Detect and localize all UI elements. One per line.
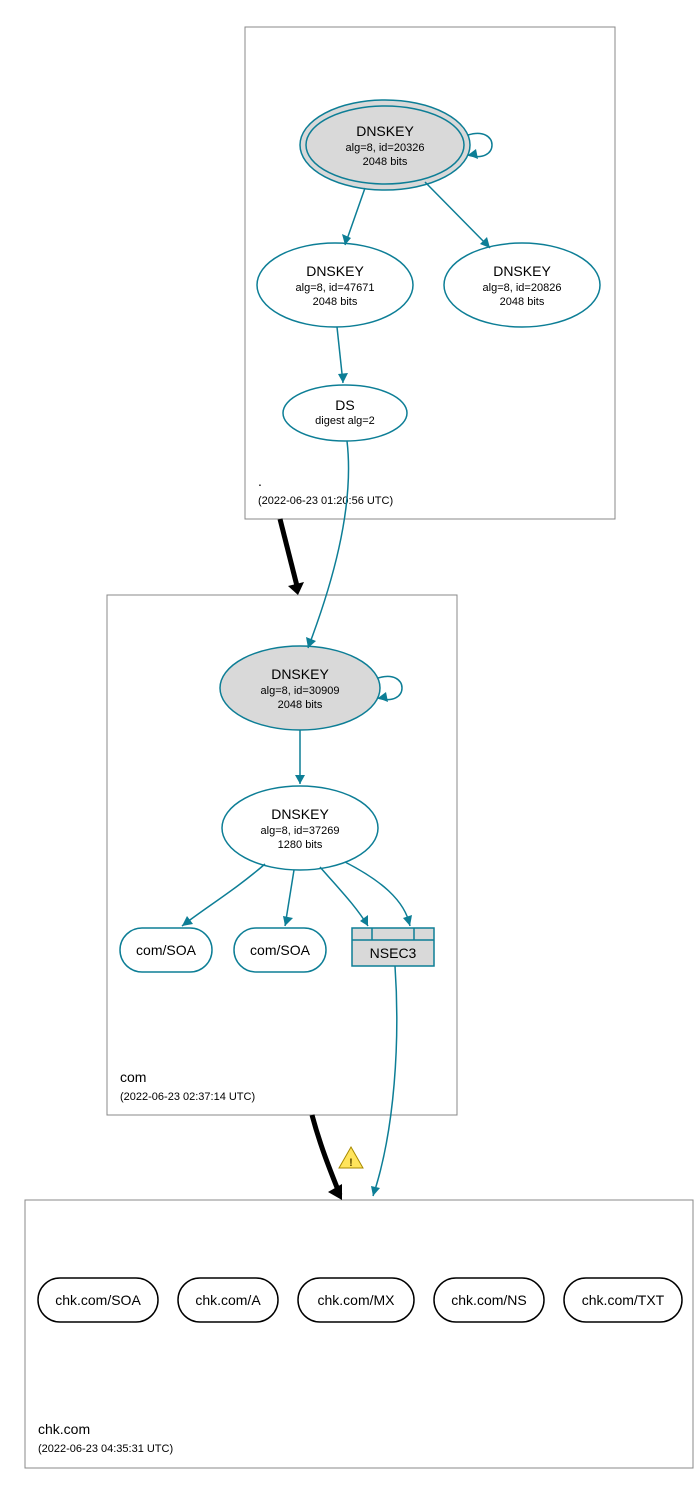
zone-root-label: . — [258, 473, 262, 489]
zone-chk-date: (2022-06-23 04:35:31 UTC) — [38, 1443, 173, 1455]
edge-zsk-ds-arrow — [338, 373, 348, 383]
com-soa2-title: com/SOA — [250, 942, 311, 958]
edge-comzsk-nsec3b — [345, 862, 410, 926]
com-nsec3-title: NSEC3 — [370, 945, 417, 961]
root-ksk-l1: alg=8, id=20326 — [346, 142, 425, 154]
edge-nsec3-chk-arrow — [371, 1186, 380, 1196]
root-ksk-title: DNSKEY — [356, 123, 414, 139]
com-ksk-title: DNSKEY — [271, 666, 329, 682]
warning-bang: ! — [349, 1157, 353, 1169]
com-ksk-l2: 2048 bits — [278, 699, 323, 711]
edge-comzsk-nsec3a — [320, 867, 368, 926]
com-nsec3: NSEC3 — [352, 928, 434, 966]
root-dnskey3-l2: 2048 bits — [500, 296, 545, 308]
chk-txt-title: chk.com/TXT — [582, 1292, 665, 1308]
root-ds — [283, 385, 407, 441]
edge-com-chk-black — [312, 1115, 340, 1195]
edge-comzsk-nsec3b-arrow — [403, 915, 412, 926]
root-zsk-l2: 2048 bits — [313, 296, 358, 308]
com-ksk-l1: alg=8, id=30909 — [261, 685, 340, 697]
edge-comksk-comzsk-arrow — [295, 775, 305, 784]
root-ds-title: DS — [335, 397, 354, 413]
chk-mx-title: chk.com/MX — [317, 1292, 395, 1308]
com-zsk-l1: alg=8, id=37269 — [261, 825, 340, 837]
root-zsk-l1: alg=8, id=47671 — [296, 282, 375, 294]
zone-com-label: com — [120, 1069, 146, 1085]
root-ksk-l2: 2048 bits — [363, 156, 408, 168]
zone-root-date: (2022-06-23 01:20:56 UTC) — [258, 495, 393, 507]
chk-soa-title: chk.com/SOA — [55, 1292, 141, 1308]
edge-ds-comksk — [308, 441, 349, 648]
chk-ns-title: chk.com/NS — [451, 1292, 526, 1308]
root-ds-l1: digest alg=2 — [315, 415, 375, 427]
root-dnskey3-l1: alg=8, id=20826 — [483, 282, 562, 294]
root-zsk-title: DNSKEY — [306, 263, 364, 279]
zone-chk-box — [25, 1200, 693, 1468]
root-dnskey3-title: DNSKEY — [493, 263, 551, 279]
edge-ksk-dk3 — [425, 182, 490, 248]
edge-nsec3-chk — [373, 966, 397, 1196]
dnssec-diagram: . (2022-06-23 01:20:56 UTC) DNSKEY alg=8… — [10, 10, 699, 1483]
chk-a-title: chk.com/A — [195, 1292, 261, 1308]
edge-comzsk-soa1-arrow — [182, 916, 193, 926]
com-zsk-l2: 1280 bits — [278, 839, 323, 851]
zone-chk-label: chk.com — [38, 1421, 90, 1437]
com-zsk-title: DNSKEY — [271, 806, 329, 822]
zone-com-date: (2022-06-23 02:37:14 UTC) — [120, 1091, 255, 1103]
edge-comzsk-soa1 — [182, 864, 265, 926]
edge-ksk-zsk — [345, 188, 365, 245]
edge-root-com-black — [280, 519, 298, 590]
com-soa1-title: com/SOA — [136, 942, 197, 958]
